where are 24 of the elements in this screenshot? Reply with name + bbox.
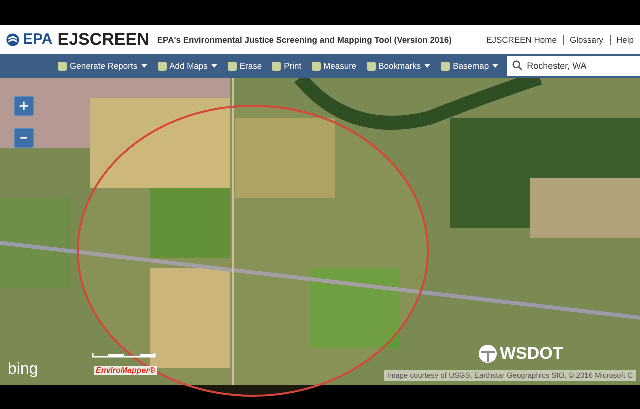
toolbar-button[interactable]: Generate Reports	[56, 61, 150, 71]
toolbar-button[interactable]: Erase	[226, 61, 264, 71]
header-link[interactable]: Help	[616, 34, 634, 44]
epa-logo-icon	[6, 32, 20, 46]
header-link[interactable]: Glossary	[570, 34, 604, 44]
toolbar-button[interactable]: Basemap	[439, 61, 502, 71]
zoom-out-button[interactable]	[14, 128, 34, 148]
toolbar-button[interactable]: Print	[270, 61, 304, 71]
zoom-in-button[interactable]	[14, 96, 34, 116]
search-field[interactable]: Rochester, WA	[507, 56, 640, 76]
app-title: EJSCREEN	[58, 30, 150, 50]
epa-logo-text: EPA	[23, 31, 53, 48]
enviromapper-logo: EnviroMapper®	[94, 366, 158, 375]
header-link[interactable]: EJSCREEN Home	[486, 34, 557, 44]
plus-icon	[19, 101, 29, 111]
search-icon	[512, 60, 524, 71]
wsdot-logo-icon	[478, 344, 498, 364]
wsdot-logo: WSDOT	[500, 344, 564, 364]
toolbar-button[interactable]: Add Maps	[156, 61, 220, 71]
scale-bar-icon	[92, 352, 156, 358]
app-subtitle: EPA's Environmental Justice Screening and Mapping Tool (Version 2016)	[157, 34, 452, 44]
bing-logo: bing	[8, 361, 38, 379]
toolbar-button[interactable]: Bookmarks	[364, 61, 434, 71]
toolbar-button[interactable]: Measure	[310, 61, 359, 71]
